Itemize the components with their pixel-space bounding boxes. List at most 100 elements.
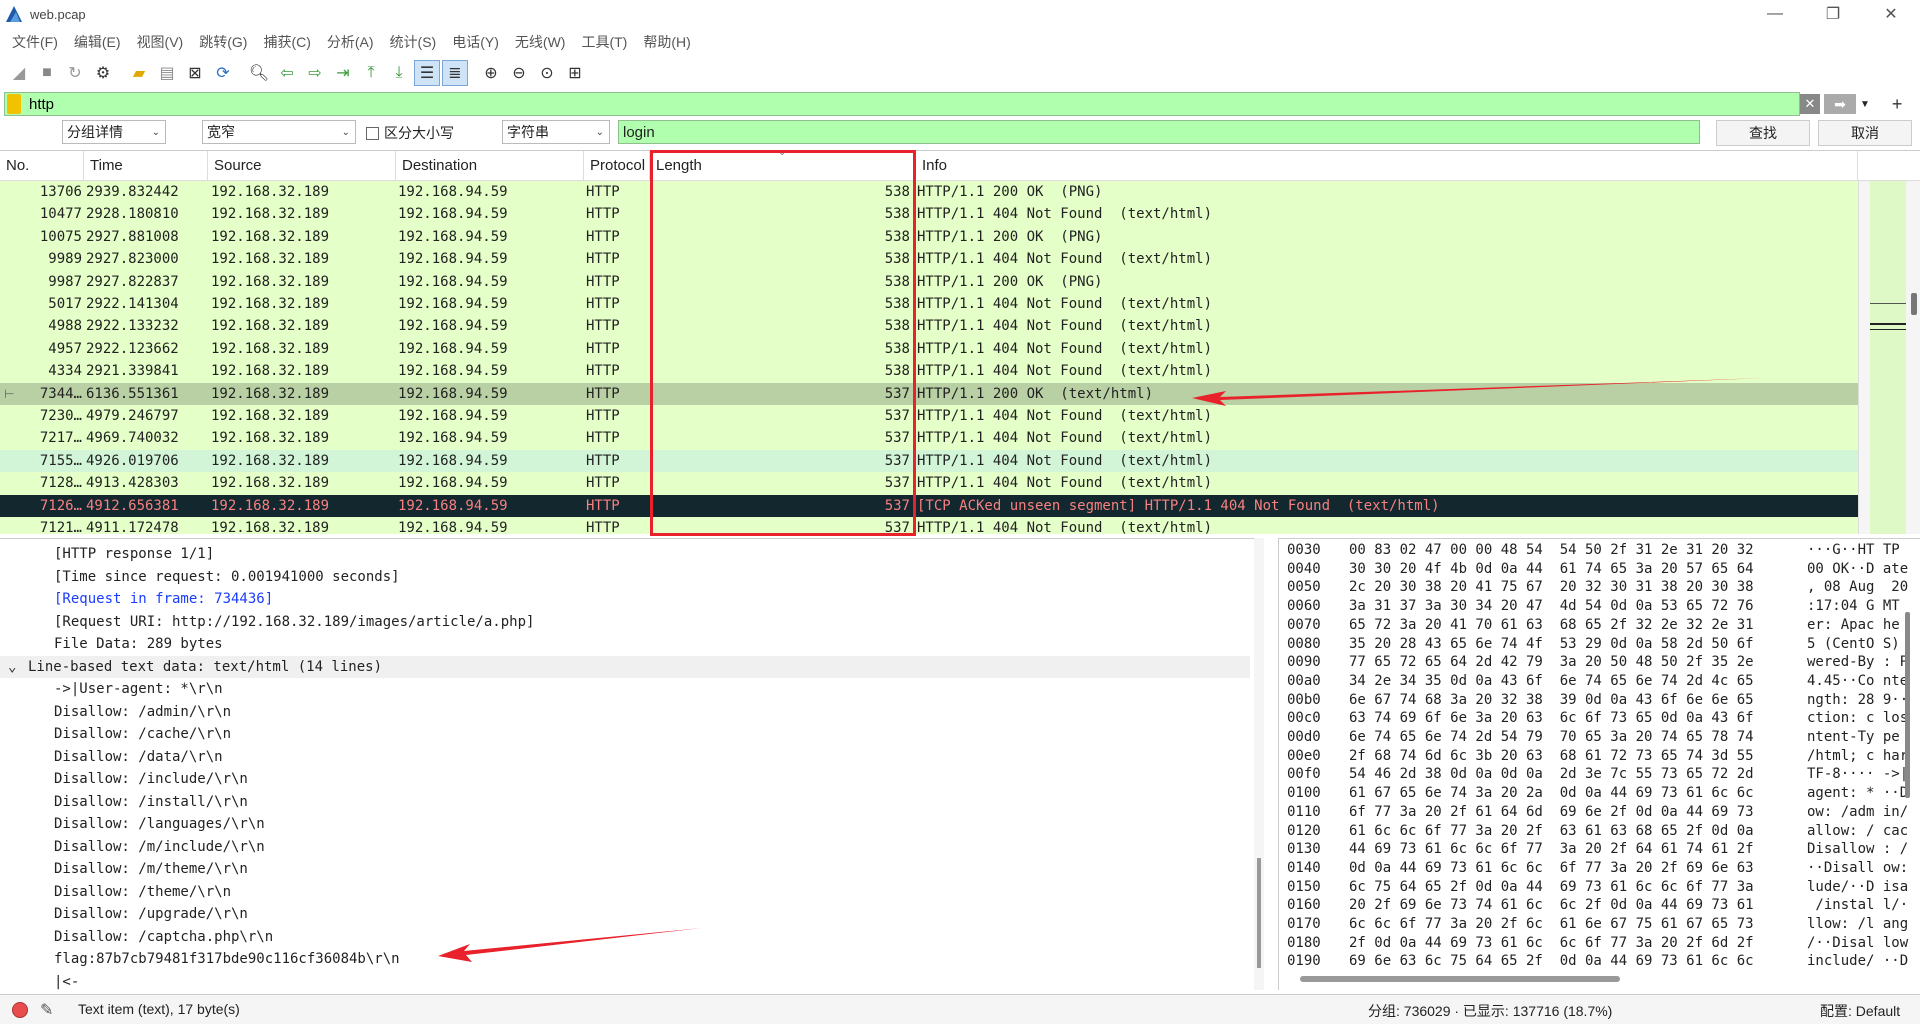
hex-bytes[interactable]: 0d 0a 44 69 73 61 6c 6c 6f 77 3a 20 2f 6… — [1349, 859, 1779, 878]
ascii-text[interactable]: :17:04 G MT — [1807, 597, 1920, 616]
start-capture-fin-icon[interactable]: ◢ — [6, 60, 32, 86]
ascii-text[interactable]: er: Apac he — [1807, 616, 1920, 635]
restore-button[interactable]: ❐ — [1804, 0, 1862, 28]
edit-comment-pencil-icon[interactable]: ✎ — [40, 1000, 53, 1020]
resize-columns-icon[interactable]: ⊞ — [562, 60, 588, 86]
hex-offset[interactable]: 0140 — [1287, 859, 1335, 878]
filter-history-chevron-down-icon[interactable]: ▼ — [1860, 99, 1870, 110]
go-first-packet-icon[interactable]: ⤒ — [358, 60, 384, 86]
zoom-reset-icon[interactable]: ⊙ — [534, 60, 560, 86]
hex-bytes[interactable]: 65 72 3a 20 41 70 61 63 68 65 2f 32 2e 3… — [1349, 616, 1779, 635]
chevron-down-icon[interactable]: ⌄ — [8, 656, 16, 679]
hex-bytes[interactable]: 20 2f 69 6e 73 74 61 6c 6c 2f 0d 0a 44 6… — [1349, 896, 1779, 915]
menu-capture[interactable]: 捕获(C) — [255, 32, 318, 52]
hex-offset[interactable]: 0190 — [1287, 952, 1335, 971]
hex-offset[interactable]: 0120 — [1287, 822, 1335, 841]
find-text-input[interactable]: login — [618, 120, 1700, 144]
hex-bytes[interactable]: 54 46 2d 38 0d 0a 0d 0a 2d 3e 7c 55 73 6… — [1349, 765, 1779, 784]
close-file-icon[interactable]: ⊠ — [182, 60, 208, 86]
checkbox-box[interactable] — [366, 126, 379, 140]
hex-bytes[interactable]: 35 20 28 43 65 6e 74 4f 53 29 0d 0a 58 2… — [1349, 635, 1779, 654]
menu-statistics[interactable]: 统计(S) — [382, 32, 445, 52]
ascii-text[interactable]: ···G··HT TP — [1807, 541, 1920, 560]
packet-list-scrollbar[interactable] — [1858, 181, 1920, 534]
table-row[interactable]: 10075 2927.881008 192.168.32.189 192.168.94… — [0, 225, 1858, 249]
table-row[interactable]: 7344… 6136.551361 192.168.32.189 192.168.94… — [0, 382, 1858, 405]
ascii-text[interactable]: 00 OK··D ate — [1807, 560, 1920, 579]
zoom-out-icon[interactable]: ⊖ — [506, 60, 532, 86]
table-row[interactable]: 13706 2939.832442 192.168.32.189 192.168.94… — [0, 181, 1858, 204]
menu-help[interactable]: 帮助(H) — [635, 32, 698, 52]
table-row[interactable]: 5017 2922.141304 192.168.32.189 192.168.94.… — [0, 293, 1858, 316]
hex-offset[interactable]: 00e0 — [1287, 747, 1335, 766]
hex-offset[interactable]: 0110 — [1287, 803, 1335, 822]
hex-bytes[interactable]: 6c 75 64 65 2f 0d 0a 44 69 73 61 6c 6c 6… — [1349, 878, 1779, 897]
hex-offset[interactable]: 00a0 — [1287, 672, 1335, 691]
ascii-text[interactable]: ntent-Ty pe — [1807, 728, 1920, 747]
hex-offset[interactable]: 0150 — [1287, 878, 1335, 897]
go-to-packet-icon[interactable]: ⇥ — [330, 60, 356, 86]
display-filter-input[interactable] — [21, 93, 1721, 115]
column-header-no[interactable]: No. — [0, 151, 84, 181]
table-row[interactable]: 9987 2927.822837 192.168.32.189 192.168.94.… — [0, 270, 1858, 293]
column-header-info[interactable]: Info — [916, 151, 1858, 181]
ascii-text[interactable]: allow: / cac — [1807, 822, 1920, 841]
hex-bytes[interactable]: 77 65 72 65 64 2d 42 79 3a 20 50 48 50 2… — [1349, 653, 1779, 672]
expert-info-led-icon[interactable] — [12, 1002, 28, 1018]
hex-offset[interactable]: 0050 — [1287, 578, 1335, 597]
hex-bytes[interactable]: 6e 67 74 68 3a 20 32 38 39 0d 0a 43 6f 6… — [1349, 691, 1779, 710]
ascii-text[interactable]: ow: /adm in/ — [1807, 803, 1920, 822]
table-row[interactable]: 7126… 4912.656381 192.168.32.189 192.168.94… — [0, 494, 1858, 517]
hex-bytes[interactable]: 34 2e 34 35 0d 0a 43 6f 6e 74 65 6e 74 2… — [1349, 672, 1779, 691]
find-type-select[interactable]: 字符串 ⌄ — [502, 120, 610, 144]
details-scrollbar[interactable] — [1254, 538, 1264, 990]
column-header-protocol[interactable]: Protocol — [584, 151, 650, 181]
table-row[interactable]: 4988 2922.133232 192.168.32.189 192.168.94.… — [0, 315, 1858, 338]
stop-capture-icon[interactable]: ■ — [34, 60, 60, 86]
hex-offset[interactable]: 0100 — [1287, 784, 1335, 803]
hex-offset[interactable]: 0080 — [1287, 635, 1335, 654]
menu-edit[interactable]: 编辑(E) — [66, 32, 129, 52]
column-header-source[interactable]: Source — [208, 151, 396, 181]
cancel-button[interactable]: 取消 — [1818, 120, 1912, 146]
open-folder-icon[interactable]: ▰ — [126, 60, 152, 86]
reload-file-icon[interactable]: ⟳ — [210, 60, 236, 86]
clear-filter-icon[interactable]: ✕ — [1800, 94, 1820, 114]
menu-telephony[interactable]: 电话(Y) — [444, 32, 507, 52]
table-row[interactable]: 7121… 4911.172478 192.168.32.189 192.168.94… — [0, 517, 1858, 534]
ascii-text[interactable]: ngth: 28 9·· — [1807, 691, 1920, 710]
ascii-text[interactable]: ction: c los — [1807, 709, 1920, 728]
table-row[interactable]: 4334 2921.339841 192.168.32.189 192.168.94.… — [0, 360, 1858, 383]
hex-offset[interactable]: 0160 — [1287, 896, 1335, 915]
hex-bytes[interactable]: 6c 6c 6f 77 3a 20 2f 6c 61 6e 67 75 61 6… — [1349, 915, 1779, 934]
hex-offset[interactable]: 0030 — [1287, 541, 1335, 560]
minimize-button[interactable]: — — [1746, 0, 1804, 28]
hex-bytes[interactable]: 69 6e 63 6c 75 64 65 2f 0d 0a 44 69 73 6… — [1349, 952, 1779, 971]
hex-offset[interactable]: 00d0 — [1287, 728, 1335, 747]
packet-minimap[interactable] — [1870, 181, 1906, 534]
hex-bytes[interactable]: 3a 31 37 3a 30 34 20 47 4d 54 0d 0a 53 6… — [1349, 597, 1779, 616]
find-packet-search-icon[interactable]: 🔍︎ — [246, 60, 272, 86]
hex-bytes[interactable]: 61 6c 6c 6f 77 3a 20 2f 63 61 63 68 65 2… — [1349, 822, 1779, 841]
ascii-text[interactable]: llow: /l ang — [1807, 915, 1920, 934]
save-file-icon[interactable]: ▤ — [154, 60, 180, 86]
tree-group-line[interactable]: ⌄ Line-based text data: text/html (14 lin… — [0, 655, 1250, 679]
menu-go[interactable]: 跳转(G) — [191, 32, 255, 52]
ascii-text[interactable]: TF-8···· ->| — [1807, 765, 1920, 784]
hex-bytes[interactable]: 00 83 02 47 00 00 48 54 54 50 2f 31 2e 3… — [1349, 541, 1779, 560]
find-scope-select[interactable]: 分组详情 ⌄ — [62, 120, 166, 144]
table-row[interactable]: 7155… 4926.019706 192.168.32.189 192.168.94… — [0, 449, 1858, 473]
hex-offset[interactable]: 0040 — [1287, 560, 1335, 579]
apply-filter-arrow-icon[interactable]: ➡ — [1824, 94, 1856, 114]
ascii-text[interactable]: 5 (CentO S) — [1807, 635, 1920, 654]
hex-offset[interactable]: 0170 — [1287, 915, 1335, 934]
ascii-text[interactable]: /instal l/· — [1807, 896, 1920, 915]
autoscroll-icon[interactable]: ☰ — [414, 60, 440, 86]
ascii-text[interactable]: agent: * ··D — [1807, 784, 1920, 803]
hex-bytes[interactable]: 63 74 69 6f 6e 3a 20 63 6c 6f 73 65 0d 0… — [1349, 709, 1779, 728]
bytes-horizontal-scrollbar[interactable] — [1300, 976, 1620, 982]
find-charset-select[interactable]: 宽窄 ⌄ — [202, 120, 356, 144]
case-sensitive-checkbox[interactable]: 区分大小写 — [366, 123, 454, 143]
table-row[interactable]: 9989 2927.823000 192.168.32.189 192.168.94.… — [0, 248, 1858, 271]
hex-bytes[interactable]: 61 67 65 6e 74 3a 20 2a 0d 0a 44 69 73 6… — [1349, 784, 1779, 803]
